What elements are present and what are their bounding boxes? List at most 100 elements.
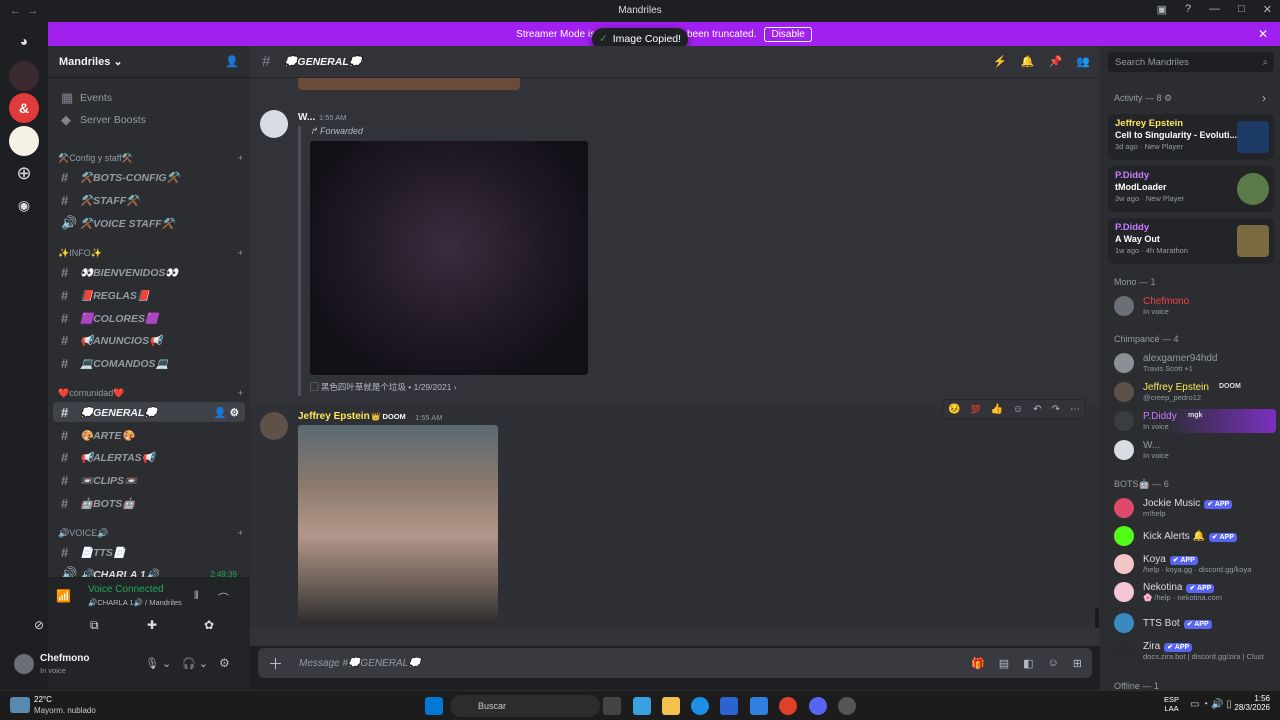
avatar[interactable] — [14, 654, 34, 674]
channel-clips[interactable]: # 📼CLIPS📼 — [53, 470, 245, 490]
message-image[interactable] — [298, 425, 498, 625]
close-banner-icon[interactable]: ✕ — [1258, 27, 1268, 41]
server-icon-dnd[interactable]: & — [9, 93, 39, 123]
activities-icon[interactable]: ✚ — [147, 618, 157, 632]
sidebar-item-events[interactable]: ▦ Events — [53, 88, 245, 108]
forwarded-image[interactable] — [310, 141, 588, 375]
channel-general[interactable]: # 💭GENERAL💭 👤 ⚙ — [53, 402, 245, 422]
member-item[interactable]: Koya ✔ APP/help · koya.gg · discord.gg/ko… — [1114, 552, 1276, 576]
message-author[interactable]: Jeffrey Epstein — [298, 411, 370, 422]
voice-channel[interactable]: 🔊CHARLA 1🔊 / Mandriles — [88, 598, 182, 607]
channel-bienvenidos[interactable]: # 👀BIENVENIDOS👀 — [53, 262, 245, 282]
more-icon[interactable]: ⋯ — [1070, 404, 1080, 415]
reaction-100-icon[interactable]: 💯 — [970, 405, 980, 414]
member-item[interactable]: Chefmono In voice — [1114, 294, 1276, 318]
app-icon-2[interactable] — [838, 697, 856, 715]
gif-icon[interactable]: ▤ — [999, 657, 1009, 670]
username[interactable]: Chefmono — [40, 653, 89, 664]
discord-taskbar-icon[interactable] — [809, 697, 827, 715]
forward-icon[interactable]: ↷ — [1052, 404, 1060, 415]
member-item[interactable]: Jeffrey Epstein @creep_pedro12 DOOM — [1114, 380, 1276, 404]
add-channel-icon[interactable]: + — [238, 528, 243, 539]
camera-off-icon[interactable]: ⊘ — [34, 618, 44, 632]
threads-icon[interactable]: ⚡ — [993, 55, 1007, 68]
forward-source[interactable]: ▢ 黑色四叶草就是个垃圾 • 1/29/2021 › — [310, 381, 457, 393]
reaction-angry-icon[interactable]: 😣 — [948, 404, 960, 415]
discover-icon[interactable]: ◉ — [9, 190, 39, 220]
clock[interactable]: 1:56 28/3/2026 — [1228, 694, 1270, 712]
widgets-icon[interactable] — [633, 697, 651, 715]
headphones-icon[interactable]: 🎧 ⌄ — [182, 657, 208, 670]
reaction-thumbsup-icon[interactable]: 👍 — [990, 404, 1002, 415]
disconnect-icon[interactable]: ⌒ — [218, 590, 229, 606]
language-indicator[interactable]: ESP LAA — [1164, 695, 1179, 713]
channel-arte[interactable]: # 🎨ARTE🎨 — [53, 425, 245, 445]
member-list-icon[interactable]: 👥 — [1076, 55, 1090, 68]
channel-colores[interactable]: # 🟪COLORES🟪 — [53, 308, 245, 328]
maximize-icon[interactable]: □ — [1238, 3, 1245, 16]
channel-comandos[interactable]: # 💻COMANDOS💻 — [53, 353, 245, 373]
category-voice[interactable]: 🔊VOICE🔊 + — [58, 528, 243, 539]
noise-suppression-icon[interactable]: ⫴ — [194, 590, 199, 603]
add-channel-icon[interactable]: + — [238, 388, 243, 399]
avatar[interactable] — [260, 412, 288, 440]
inbox-icon[interactable]: ▣ — [1157, 3, 1167, 16]
edge-icon[interactable] — [691, 697, 709, 715]
user-settings-icon[interactable]: ⚙ — [219, 656, 230, 670]
channel-bots[interactable]: # 🤖BOTS🤖 — [53, 493, 245, 513]
activity-header[interactable]: Activity — 8 ⚙ — [1114, 93, 1172, 104]
channel-alertas[interactable]: # 📢ALERTAS📢 — [53, 447, 245, 467]
member-item[interactable]: TTS Bot ✔ APP — [1114, 611, 1276, 635]
weather-icon[interactable] — [10, 697, 30, 713]
gift-icon[interactable]: 🎁 — [971, 657, 985, 670]
microphone-icon[interactable]: 🎙 ⌄ — [145, 657, 171, 670]
pin-icon[interactable]: 📌 — [1049, 55, 1063, 68]
app-icon[interactable] — [750, 697, 768, 715]
member-item[interactable]: Jockie Music ✔ APP m!help — [1114, 496, 1276, 520]
server-icon-mandriles[interactable] — [9, 126, 39, 156]
weather-temp[interactable]: 22°C — [34, 695, 52, 704]
add-server-icon[interactable]: ⊕ — [9, 158, 39, 188]
server-icon-1[interactable] — [9, 61, 39, 91]
member-item[interactable]: Nekotina ✔ APP 🌸 /help · nekotina.com — [1114, 580, 1276, 604]
explorer-icon[interactable] — [662, 697, 680, 715]
bell-icon[interactable]: 🔔 — [1021, 55, 1035, 68]
activity-card[interactable]: P.Diddy tModLoader 3w ago · New Player — [1108, 166, 1274, 212]
emoji-icon[interactable]: ☺ — [1048, 657, 1059, 670]
minimize-icon[interactable]: — — [1209, 3, 1220, 16]
chevron-right-icon[interactable]: › — [1262, 91, 1266, 105]
channel-voice-staff[interactable]: 🔊 ⚒️VOICE STAFF⚒️ — [53, 213, 245, 233]
add-channel-icon[interactable]: + — [238, 248, 243, 259]
channel-tts[interactable]: # 📄TTS📄 — [53, 542, 245, 562]
member-item[interactable]: Kick Alerts 🔔 ✔ APP — [1114, 524, 1276, 548]
add-channel-icon[interactable]: + — [238, 153, 243, 164]
upload-icon[interactable]: ＋ — [268, 653, 283, 674]
weather-desc[interactable]: Mayorm. nublado — [34, 706, 96, 715]
start-icon[interactable] — [425, 697, 443, 715]
channel-bots-config[interactable]: # ⚒️BOTS-CONFIG⚒️ — [53, 167, 245, 187]
channel-staff[interactable]: # ⚒️STAFF⚒️ — [53, 190, 245, 210]
message-author[interactable]: W... — [298, 112, 315, 123]
help-icon[interactable]: ? — [1185, 3, 1191, 16]
channel-anuncios[interactable]: # 📢ANUNCIOS📢 — [53, 330, 245, 350]
activity-card[interactable]: Jeffrey Epstein Cell to Singularity - Ev… — [1108, 114, 1274, 160]
member-item[interactable]: alexgamer94hdd Travis Scott +1 — [1114, 351, 1276, 375]
signal-strength-icon[interactable]: 📶 — [56, 589, 71, 603]
scrollbar[interactable] — [1095, 608, 1099, 628]
category-comunidad[interactable]: ❤️comunidad❤️ + — [58, 388, 243, 399]
category-info[interactable]: ✨INFO✨ + — [58, 248, 243, 259]
sticker-icon[interactable]: ◧ — [1023, 657, 1033, 670]
close-window-icon[interactable]: ✕ — [1263, 3, 1272, 16]
disable-button[interactable]: Disable — [764, 26, 812, 42]
add-reaction-icon[interactable]: ☺ — [1013, 404, 1023, 415]
activity-card[interactable]: P.Diddy A Way Out 1w ago · 4h Marathon — [1108, 218, 1274, 264]
channel-settings-icon[interactable]: 👤 ⚙ — [214, 406, 239, 419]
message-input[interactable]: Message #💭GENERAL💭 — [299, 658, 421, 669]
screen-share-icon[interactable]: ⧉ — [90, 618, 99, 633]
invite-icon[interactable]: 👤 — [225, 55, 239, 68]
channel-reglas[interactable]: # 📕REGLAS📕 — [53, 285, 245, 305]
member-item[interactable]: Zira ✔ APP docs.zira.bot | discord.gg/zira… — [1114, 639, 1276, 663]
task-view-icon[interactable] — [603, 697, 621, 715]
chrome-icon[interactable] — [779, 697, 797, 715]
category-config[interactable]: ⚒️Config y staff⚒️ + — [58, 153, 243, 164]
